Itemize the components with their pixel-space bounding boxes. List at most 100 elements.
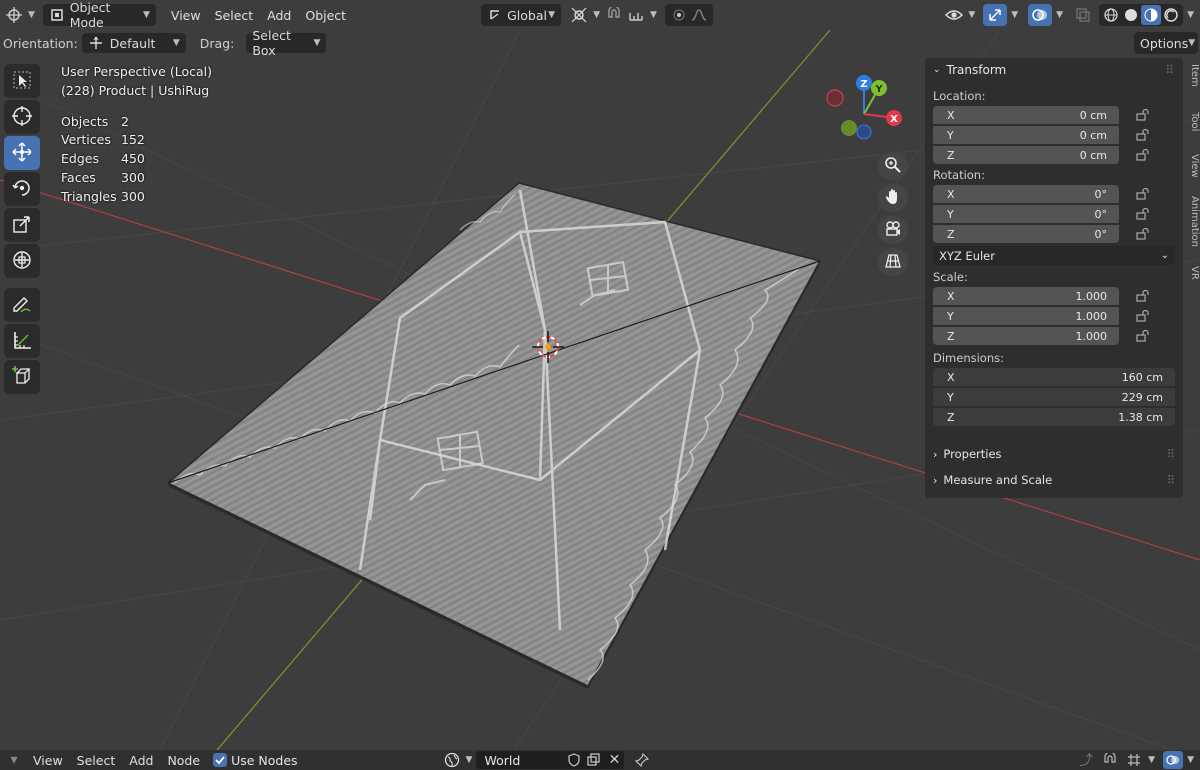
lock-icon[interactable] — [1133, 310, 1153, 322]
rendered-shading-icon[interactable] — [1161, 5, 1181, 25]
menu-node[interactable]: Node — [160, 753, 207, 768]
scale-y-field[interactable]: Y 1.000 — [933, 307, 1119, 325]
snap-magnet-icon[interactable] — [1100, 750, 1120, 770]
dimensions-x-field[interactable]: X 160 cm — [933, 368, 1175, 386]
scale-z-field[interactable]: Z 1.000 — [933, 327, 1119, 345]
rotation-label: Rotation: — [933, 167, 985, 182]
proportional-editing-toggle[interactable] — [664, 4, 713, 26]
camera-view-button[interactable] — [878, 216, 908, 244]
snap-toggle[interactable] — [604, 4, 624, 26]
solid-shading-icon[interactable] — [1121, 5, 1141, 25]
overlays-icon[interactable] — [1163, 751, 1184, 769]
scale-x-field[interactable]: X 1.000 — [933, 287, 1119, 305]
lock-icon[interactable] — [1133, 330, 1153, 342]
properties-panel-header[interactable]: › Properties ⠿ — [925, 441, 1183, 467]
menu-select[interactable]: Select — [70, 753, 123, 768]
rotation-x-field[interactable]: X 0° — [933, 185, 1119, 203]
orientation-dropdown[interactable]: Default ▼ — [81, 33, 186, 53]
menu-add[interactable]: Add — [260, 8, 298, 23]
menu-select[interactable]: Select — [208, 8, 261, 23]
fake-user-shield-icon[interactable] — [564, 751, 585, 769]
location-x-field[interactable]: X0 cm — [933, 106, 1119, 124]
pin-icon[interactable] — [632, 750, 652, 770]
menu-view[interactable]: View — [164, 8, 208, 23]
drag-handle-icon[interactable]: ⠿ — [1167, 473, 1175, 487]
drag-handle-icon[interactable]: ⠿ — [1165, 63, 1175, 77]
xray-toggle[interactable] — [1073, 4, 1093, 26]
chevron-down-icon[interactable]: ▼ — [1187, 10, 1194, 20]
chevron-down-icon[interactable]: ▼ — [1056, 10, 1063, 20]
scale-tool[interactable] — [4, 208, 40, 242]
material-preview-icon[interactable] — [1141, 5, 1162, 25]
location-z-field[interactable]: Z0 cm — [933, 146, 1119, 164]
rotation-z-field[interactable]: Z 0° — [933, 225, 1119, 243]
transform-orientation-dropdown[interactable]: Global ▼ — [481, 4, 562, 26]
rotation-mode-dropdown[interactable]: XYZ Euler ⌄ — [933, 246, 1175, 265]
lock-icon[interactable] — [1133, 228, 1153, 240]
transform-panel-header[interactable]: ⌄ Transform ⠿ — [925, 58, 1183, 82]
lock-icon[interactable] — [1133, 208, 1153, 220]
world-browse-dropdown[interactable]: ▼ — [442, 749, 472, 770]
mode-dropdown[interactable]: Object Mode ▼ — [42, 0, 156, 30]
unlink-icon[interactable]: ✕ — [604, 751, 625, 769]
wireframe-shading-icon[interactable] — [1101, 5, 1121, 25]
pivot-point-button[interactable]: ▼ — [569, 4, 600, 26]
chevron-down-icon[interactable]: ▼ — [1187, 755, 1194, 765]
tab-vr[interactable]: VR — [1188, 266, 1200, 280]
eye-icon — [944, 5, 964, 25]
move-tool[interactable] — [4, 136, 40, 170]
tab-tool[interactable]: Tool — [1188, 112, 1200, 131]
menu-object[interactable]: Object — [298, 8, 353, 23]
viewport-info-overlay: User Perspective (Local) (228) Product |… — [61, 63, 212, 207]
transform-tool[interactable] — [4, 244, 40, 278]
rug-mesh — [166, 182, 822, 689]
perspective-toggle-button[interactable] — [878, 248, 908, 276]
parent-node-tree-icon[interactable]: ⤴ — [1076, 750, 1096, 770]
location-x-row: X0 cm — [933, 105, 1183, 125]
snap-target-dropdown[interactable]: ▼ — [626, 4, 657, 26]
magnet-icon — [604, 5, 624, 25]
dimensions-z-field[interactable]: Z 1.38 cm — [933, 408, 1175, 426]
gizmo-toggle[interactable] — [983, 4, 1008, 26]
zoom-button[interactable] — [878, 152, 908, 180]
navigation-gizmo[interactable]: Z Y X — [822, 70, 912, 150]
mode-label: Object Mode — [69, 0, 111, 30]
select-box-tool[interactable] — [4, 64, 40, 98]
tab-view[interactable]: View — [1188, 154, 1200, 178]
annotate-tool[interactable] — [4, 288, 40, 322]
snap-grid-icon[interactable] — [1124, 750, 1144, 770]
lock-icon[interactable] — [1133, 290, 1153, 302]
header-right-controls: ▼ ▼ ▼ ▼ — [944, 4, 1200, 26]
measure-panel-header[interactable]: › Measure and Scale ⠿ — [925, 467, 1183, 493]
add-cube-tool[interactable] — [4, 360, 40, 394]
object-visibility-dropdown[interactable]: ▼ — [944, 4, 975, 26]
tab-animation[interactable]: Animation — [1188, 196, 1200, 256]
tab-item[interactable]: Item — [1188, 64, 1200, 87]
use-nodes-toggle[interactable]: Use Nodes — [213, 753, 298, 768]
drag-handle-icon[interactable]: ⠿ — [1167, 447, 1175, 461]
pencil-icon — [11, 293, 33, 318]
location-y-field[interactable]: Y0 cm — [933, 126, 1119, 144]
rotation-y-field[interactable]: Y 0° — [933, 205, 1119, 223]
dimensions-y-field[interactable]: Y 229 cm — [933, 388, 1175, 406]
chevron-down-icon[interactable]: ▼ — [1011, 10, 1018, 20]
overlays-toggle[interactable] — [1028, 4, 1053, 26]
menu-view[interactable]: View — [26, 753, 70, 768]
pan-button[interactable] — [878, 184, 908, 212]
cursor-tool[interactable] — [4, 100, 40, 134]
drag-dropdown[interactable]: Select Box ▼ — [246, 28, 327, 58]
editor-type-icon[interactable]: ▾ — [4, 750, 24, 770]
menu-add[interactable]: Add — [122, 753, 160, 768]
lock-icon[interactable] — [1133, 188, 1153, 200]
rotate-tool[interactable] — [4, 172, 40, 206]
lock-icon[interactable] — [1133, 109, 1153, 121]
world-name-field[interactable]: World — [476, 751, 565, 769]
chevron-down-icon[interactable]: ▼ — [1148, 755, 1155, 765]
falloff-curve-icon[interactable] — [689, 5, 709, 25]
lock-icon[interactable] — [1133, 149, 1153, 161]
options-dropdown[interactable]: Options ▼ — [1134, 32, 1198, 54]
measure-tool[interactable] — [4, 324, 40, 358]
lock-icon[interactable] — [1133, 129, 1153, 141]
editor-type-button[interactable]: ▼ — [4, 4, 35, 26]
duplicate-icon[interactable] — [584, 751, 605, 769]
